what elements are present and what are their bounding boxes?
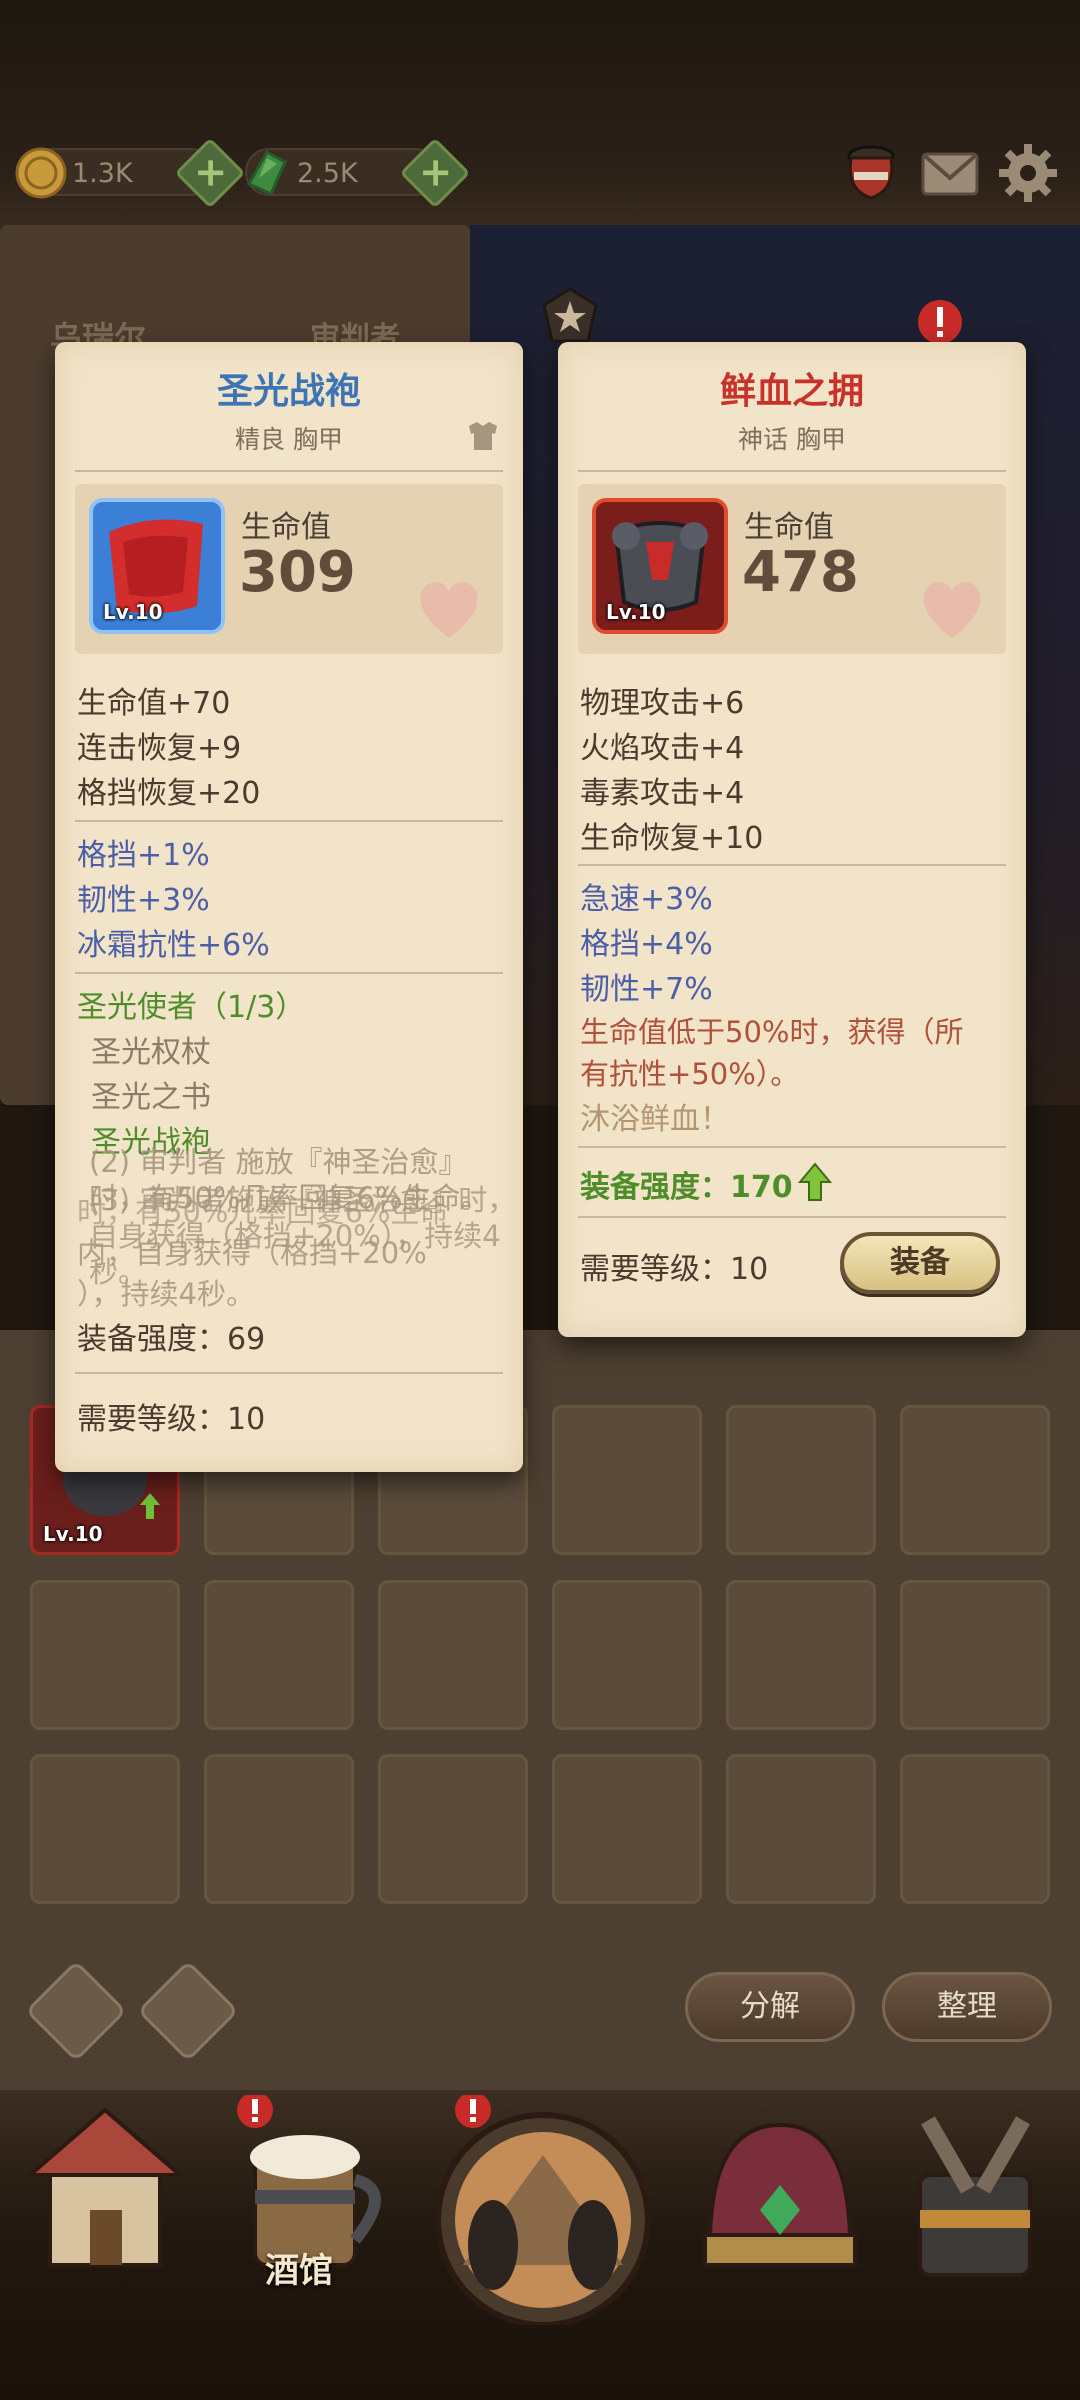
equipped-item-tooltip: 圣光战袍 精良 胸甲 Lv.10 生命值 309 生命值+70 连击恢复+9 格… — [55, 342, 523, 1472]
gold-amount: 1.3K — [72, 158, 133, 189]
divider — [75, 1372, 503, 1374]
nav-tavern[interactable]: 酒馆 — [210, 2092, 410, 2295]
mail-icon[interactable] — [917, 140, 983, 206]
gold-counter: 1.3K + — [15, 137, 246, 209]
item-icon-frame: Lv.10 — [89, 498, 225, 634]
divider — [75, 820, 503, 822]
inventory-slot[interactable] — [726, 1580, 876, 1730]
alert-badge-icon — [918, 300, 962, 344]
inventory-slot[interactable] — [204, 1754, 354, 1904]
nav-tavern-label: 酒馆 — [265, 2251, 333, 2291]
inventory-slot[interactable] — [552, 1405, 702, 1555]
divider — [75, 972, 503, 974]
inventory-slot[interactable] — [900, 1405, 1050, 1555]
gear-power: 装备强度：170 — [580, 1170, 793, 1205]
extra-stat-line: 格挡+4% — [580, 927, 713, 962]
extra-stat-line: 冰霜抗性+6% — [77, 928, 270, 963]
required-level: 需要等级：10 — [580, 1252, 769, 1287]
gem-amount: 2.5K — [297, 158, 358, 189]
main-stat-value: 478 — [742, 540, 859, 605]
inventory-slot[interactable] — [552, 1580, 702, 1730]
main-stat-value: 309 — [239, 540, 356, 605]
item-icon-frame: Lv.10 — [592, 498, 728, 634]
divider — [578, 864, 1006, 866]
gold-coin-icon — [15, 147, 67, 199]
item-subtitle: 精良 胸甲 — [235, 425, 343, 454]
extra-stat-line: 格挡+1% — [77, 838, 210, 873]
heart-watermark-icon — [923, 582, 981, 638]
new-item-tooltip: 鲜血之拥 神话 胸甲 Lv.10 生命值 478 物理攻击+6 火焰攻击+4 毒… — [558, 342, 1026, 1337]
set-item: 圣光权杖 — [91, 1035, 211, 1070]
heart-watermark-icon — [420, 582, 478, 638]
item-title: 鲜血之拥 — [719, 371, 864, 412]
nav-adventure-portal-icon[interactable] — [418, 2095, 668, 2325]
item-subtitle: 神话 胸甲 — [738, 425, 846, 454]
base-stat-line: 毒素攻击+4 — [580, 776, 745, 811]
divider — [578, 1146, 1006, 1148]
inventory-slot[interactable] — [900, 1754, 1050, 1904]
extra-stat-line: 急速+3% — [580, 882, 713, 917]
green-gem-icon — [246, 149, 287, 196]
base-stat-line: 生命恢复+10 — [580, 821, 764, 856]
set-bonus-overlap-2: 内，自身获得（格挡+20% — [77, 1236, 427, 1270]
inventory-slot[interactable] — [30, 1754, 180, 1904]
passive-line: 有抗性+50%）。 — [580, 1057, 800, 1091]
set-bonus-overlap-3: ），持续4秒。 — [77, 1277, 255, 1311]
equip-button[interactable]: 装备 — [840, 1232, 1000, 1294]
power-up-arrow-icon — [798, 1162, 832, 1201]
settings-gear-icon[interactable] — [995, 140, 1061, 206]
inventory-slot[interactable] — [726, 1405, 876, 1555]
passive-line: 生命值低于50%时，获得（所 — [580, 1015, 964, 1049]
potion-jar-icon[interactable] — [838, 140, 904, 206]
extra-stat-line: 韧性+7% — [580, 972, 713, 1007]
inventory-slot[interactable] — [552, 1754, 702, 1904]
item-title: 圣光战袍 — [216, 371, 361, 412]
base-stat-line: 火焰攻击+4 — [580, 731, 745, 766]
inventory-slot[interactable] — [378, 1580, 528, 1730]
flavor-text: 沐浴鲜血！ — [580, 1102, 730, 1137]
main-stat-box: Lv.10 生命值 309 — [75, 484, 503, 654]
base-stat-line: 物理攻击+6 — [580, 686, 745, 721]
inventory-slot[interactable] — [30, 1580, 180, 1730]
divider — [578, 1216, 1006, 1218]
item-level: Lv.10 — [606, 600, 666, 624]
gear-power: 装备强度：69 — [77, 1322, 266, 1357]
inventory-slot[interactable] — [204, 1580, 354, 1730]
extra-stat-line: 韧性+3% — [77, 883, 210, 918]
base-stat-line: 格挡恢复+20 — [77, 776, 261, 811]
gem-counter: 2.5K + — [245, 137, 471, 209]
favorite-star-icon[interactable] — [538, 285, 602, 349]
base-stat-line: 连击恢复+9 — [77, 731, 242, 766]
equip-button-label: 装备 — [890, 1245, 950, 1280]
nav-forge-icon[interactable] — [885, 2095, 1065, 2295]
inventory-slot[interactable] — [378, 1754, 528, 1904]
decompose-button[interactable]: 分解 — [685, 1972, 855, 2042]
nav-home-icon[interactable] — [20, 2095, 190, 2285]
chest-armor-type-icon — [469, 422, 497, 450]
required-level: 需要等级：10 — [77, 1402, 266, 1437]
main-stat-box: Lv.10 生命值 478 — [578, 484, 1006, 654]
set-item: 圣光之书 — [91, 1080, 211, 1115]
inventory-slot[interactable] — [726, 1754, 876, 1904]
set-name: 圣光使者（1/3） — [77, 990, 306, 1025]
divider — [75, 470, 503, 472]
inventory-slot[interactable] — [900, 1580, 1050, 1730]
divider — [578, 470, 1006, 472]
sort-button[interactable]: 整理 — [882, 1972, 1052, 2042]
base-stat-line: 生命值+70 — [77, 686, 231, 721]
bag-item-level: Lv.10 — [43, 1522, 103, 1546]
set-bonus-overlap-1: 时，有50%几率回复6%生命 — [77, 1195, 449, 1229]
nav-helmet-icon[interactable] — [690, 2095, 870, 2295]
item-level: Lv.10 — [103, 600, 163, 624]
